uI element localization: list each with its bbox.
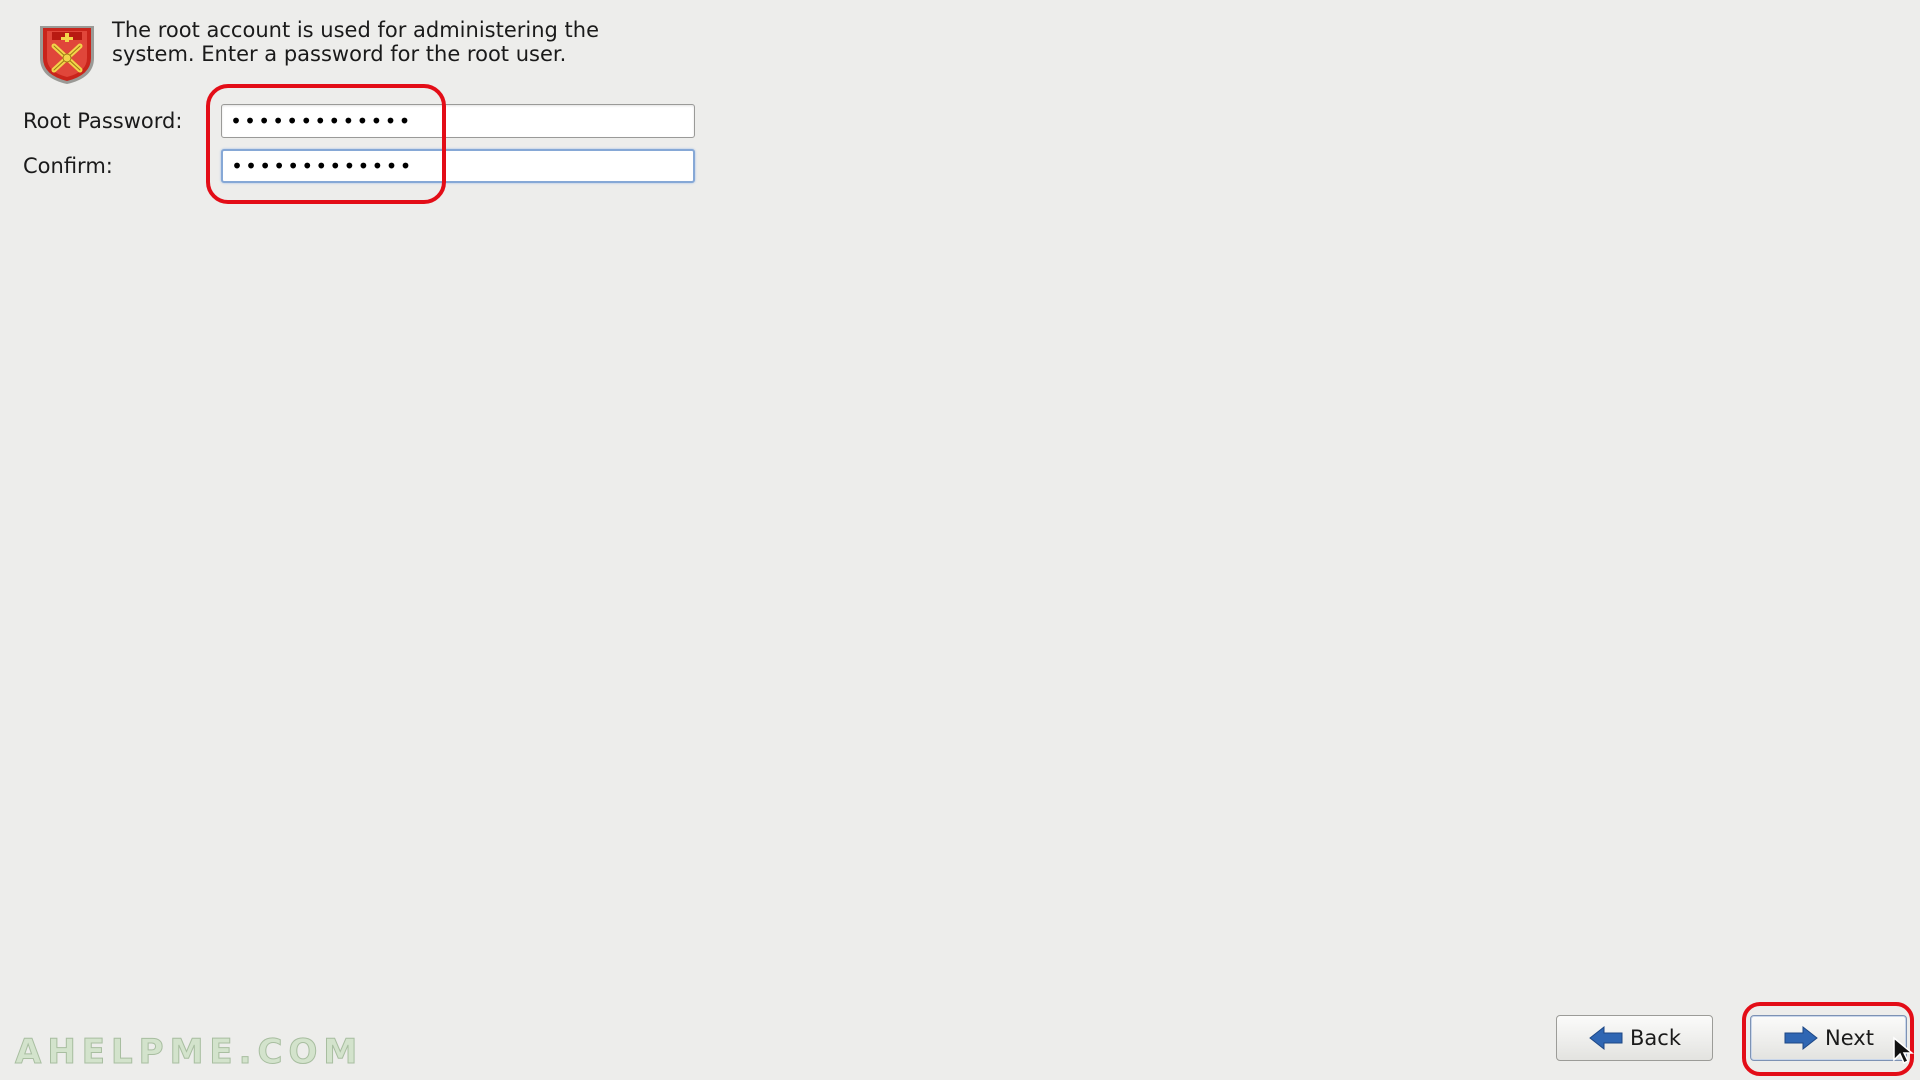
confirm-password-input[interactable] (221, 149, 695, 183)
root-password-row: Root Password: (23, 104, 695, 138)
next-button[interactable]: Next (1750, 1015, 1907, 1061)
back-button[interactable]: Back (1556, 1015, 1713, 1061)
confirm-row: Confirm: (23, 149, 695, 183)
mouse-cursor-icon (1892, 1036, 1915, 1070)
confirm-label: Confirm: (23, 154, 113, 178)
arrow-right-icon (1784, 1025, 1818, 1051)
arrow-left-icon (1589, 1025, 1623, 1051)
root-account-header: The root account is used for administeri… (32, 18, 672, 88)
installer-page: The root account is used for administeri… (0, 0, 1920, 1080)
next-button-label: Next (1825, 1026, 1874, 1050)
root-account-description: The root account is used for administeri… (112, 18, 599, 66)
password-highlight-annotation (206, 84, 446, 204)
back-button-label: Back (1630, 1026, 1681, 1050)
root-password-label: Root Password: (23, 109, 183, 133)
root-password-input[interactable] (221, 104, 695, 138)
shield-icon (32, 18, 102, 88)
watermark: AHELPME.COM (14, 1032, 364, 1073)
